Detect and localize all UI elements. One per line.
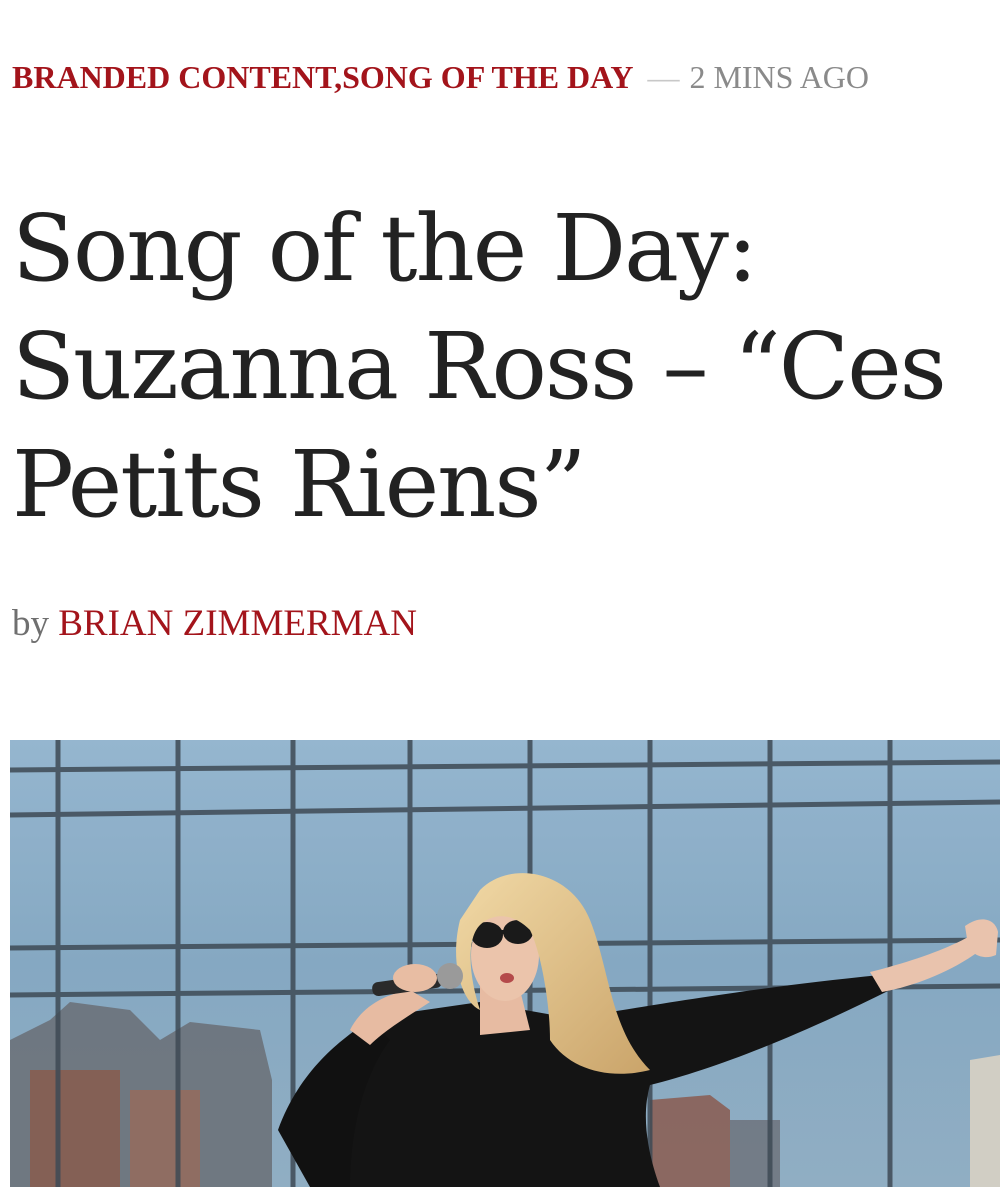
article-title-line-3: Petits Riens” [12,431,587,538]
category-link-branded-content[interactable]: BRANDED CONTENT [12,59,334,95]
article-title: Song of the Day: Suzanna Ross – “Ces Pet… [12,190,1000,544]
post-time: 2 MINS AGO [689,59,870,95]
author-link[interactable]: BRIAN ZIMMERMAN [58,603,417,644]
category-separator: , [334,59,343,95]
meta-dash: — [647,59,680,95]
category-link-song-of-the-day[interactable]: SONG OF THE DAY [342,59,633,95]
byline-prefix: by [12,603,49,644]
article-title-line-1: Song of the Day: [12,195,758,302]
hero-image [10,740,1000,1187]
article-title-line-2: Suzanna Ross – “Ces [12,313,947,420]
singer-photo-illustration [10,740,1000,1187]
post-meta: BRANDED CONTENT,SONG OF THE DAY —2 MINS A… [12,55,869,99]
byline: by BRIAN ZIMMERMAN [12,600,417,648]
